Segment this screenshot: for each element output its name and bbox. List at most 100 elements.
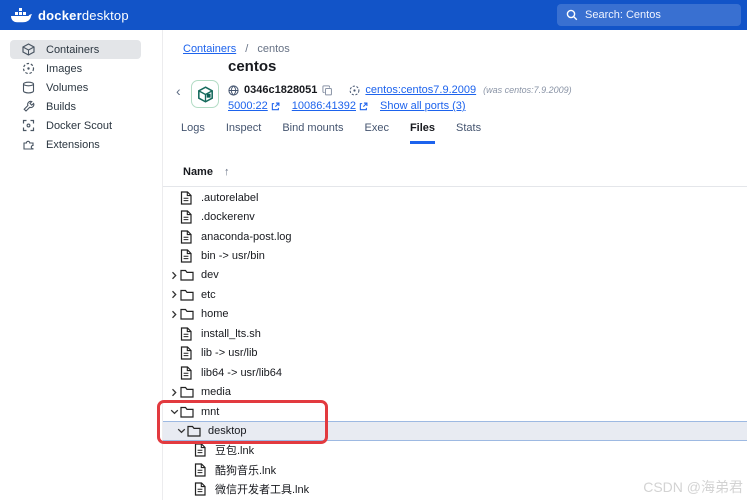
watermark: CSDN @海弟君	[643, 477, 743, 497]
tree-folder-row[interactable]: media	[163, 382, 747, 401]
file-name-label: lib64 -> usr/lib64	[201, 367, 282, 379]
list-header-divider	[163, 186, 747, 187]
tree-file-row[interactable]: lib64 -> usr/lib64	[163, 363, 747, 382]
sort-ascending-icon: ↑	[224, 166, 230, 178]
chevron-right-icon[interactable]	[168, 290, 180, 299]
file-name-label: home	[201, 308, 229, 320]
tab-logs[interactable]: Logs	[181, 122, 205, 144]
tree-file-row[interactable]: .autorelabel	[163, 188, 747, 207]
tree-file-row[interactable]: lib -> usr/lib	[163, 344, 747, 363]
file-name-label: etc	[201, 289, 216, 301]
tree-file-row[interactable]: 豆包.lnk	[163, 441, 747, 460]
sidebar-item-builds[interactable]: Builds	[10, 97, 141, 116]
tab-exec[interactable]: Exec	[364, 122, 388, 144]
sidebar-item-containers[interactable]: Containers	[10, 40, 141, 59]
chevron-right-icon[interactable]	[168, 310, 180, 319]
tab-stats[interactable]: Stats	[456, 122, 481, 144]
file-icon	[180, 327, 195, 341]
tab-files[interactable]: Files	[410, 122, 435, 144]
search-icon	[566, 9, 578, 21]
containers-icon	[22, 43, 35, 56]
breadcrumb: Containers / centos	[183, 43, 290, 55]
sidebar-item-images[interactable]: Images	[10, 59, 141, 78]
page-title: centos	[228, 58, 276, 75]
folder-icon	[180, 406, 195, 418]
tree-folder-row[interactable]: mnt	[163, 402, 747, 421]
logo-text-docker: docker	[38, 8, 82, 23]
sidebar-item-label: Images	[46, 63, 82, 75]
sidebar-item-label: Builds	[46, 101, 76, 113]
file-name-label: dev	[201, 269, 219, 281]
file-name-label: lib -> usr/lib	[201, 347, 258, 359]
tree-file-row[interactable]: .dockerenv	[163, 207, 747, 226]
folder-icon	[187, 425, 202, 437]
status-globe-icon	[228, 85, 239, 96]
folder-icon	[180, 386, 195, 398]
logo-text-desktop: desktop	[82, 8, 129, 23]
images-icon	[22, 62, 35, 75]
tree-folder-row[interactable]: home	[163, 305, 747, 324]
file-name-label: 酷狗音乐.lnk	[215, 462, 276, 478]
tree-folder-row[interactable]: dev	[163, 266, 747, 285]
sidebar-item-label: Docker Scout	[46, 120, 112, 132]
extensions-icon	[22, 138, 35, 151]
chevron-down-icon[interactable]	[168, 408, 180, 416]
container-icon	[191, 80, 219, 108]
container-meta-row: 0346c1828051 centos:centos7.9.2009 (was …	[228, 84, 572, 96]
container-ports-row: 5000:22 10086:41392 Show all ports (3)	[228, 100, 466, 112]
folder-icon	[180, 269, 195, 281]
file-icon	[194, 482, 209, 496]
file-icon	[180, 230, 195, 244]
folder-icon	[180, 308, 195, 320]
file-icon	[180, 191, 195, 205]
docker-logo[interactable]: dockerdesktop	[10, 7, 129, 24]
tree-folder-row[interactable]: etc	[163, 285, 747, 304]
external-link-icon	[359, 102, 368, 111]
port-link[interactable]: 5000:22	[228, 100, 280, 112]
name-column-label: Name	[183, 166, 213, 178]
chevron-right-icon[interactable]	[168, 271, 180, 280]
volumes-icon	[22, 81, 35, 94]
image-link[interactable]: centos:centos7.9.2009	[365, 84, 476, 96]
image-icon	[349, 85, 360, 96]
tree-file-row[interactable]: anaconda-post.log	[163, 227, 747, 246]
name-column-header[interactable]: Name ↑	[183, 166, 230, 178]
file-icon	[180, 210, 195, 224]
sidebar-item-label: Extensions	[46, 139, 100, 151]
file-icon	[180, 366, 195, 380]
tab-bind-mounts[interactable]: Bind mounts	[282, 122, 343, 144]
breadcrumb-containers-link[interactable]: Containers	[183, 43, 236, 55]
sidebar-item-volumes[interactable]: Volumes	[10, 78, 141, 97]
breadcrumb-separator: /	[245, 43, 248, 55]
port-link[interactable]: 10086:41392	[292, 100, 368, 112]
file-name-label: install_lts.sh	[201, 328, 261, 340]
show-all-ports-link[interactable]: Show all ports (3)	[380, 100, 466, 112]
container-id: 0346c1828051	[244, 84, 317, 96]
image-was-label: (was centos:7.9.2009)	[483, 85, 572, 95]
file-name-label: 豆包.lnk	[215, 442, 254, 458]
tree-file-row[interactable]: bin -> usr/bin	[163, 246, 747, 265]
scout-icon	[22, 119, 35, 132]
tree-file-row[interactable]: install_lts.sh	[163, 324, 747, 343]
external-link-icon	[271, 102, 280, 111]
sidebar-item-label: Containers	[46, 44, 99, 56]
file-name-label: bin -> usr/bin	[201, 250, 265, 262]
sidebar-item-docker-scout[interactable]: Docker Scout	[10, 116, 141, 135]
file-name-label: .autorelabel	[201, 192, 259, 204]
file-name-label: 微信开发者工具.lnk	[215, 481, 309, 497]
sidebar-item-extensions[interactable]: Extensions	[10, 135, 141, 154]
search-input[interactable]: Search: Centos	[557, 4, 741, 26]
copy-icon[interactable]	[322, 85, 333, 96]
file-name-label: mnt	[201, 406, 219, 418]
tab-bar: Logs Inspect Bind mounts Exec Files Stats	[181, 122, 481, 144]
whale-icon	[10, 7, 32, 24]
tab-inspect[interactable]: Inspect	[226, 122, 261, 144]
back-chevron[interactable]: ‹	[176, 83, 181, 99]
top-bar: dockerdesktop Search: Centos	[0, 0, 747, 30]
file-icon	[194, 443, 209, 457]
breadcrumb-current: centos	[257, 43, 289, 55]
tree-folder-row[interactable]: desktop	[163, 421, 747, 440]
chevron-right-icon[interactable]	[168, 388, 180, 397]
chevron-down-icon[interactable]	[175, 427, 187, 435]
file-name-label: desktop	[208, 425, 247, 437]
